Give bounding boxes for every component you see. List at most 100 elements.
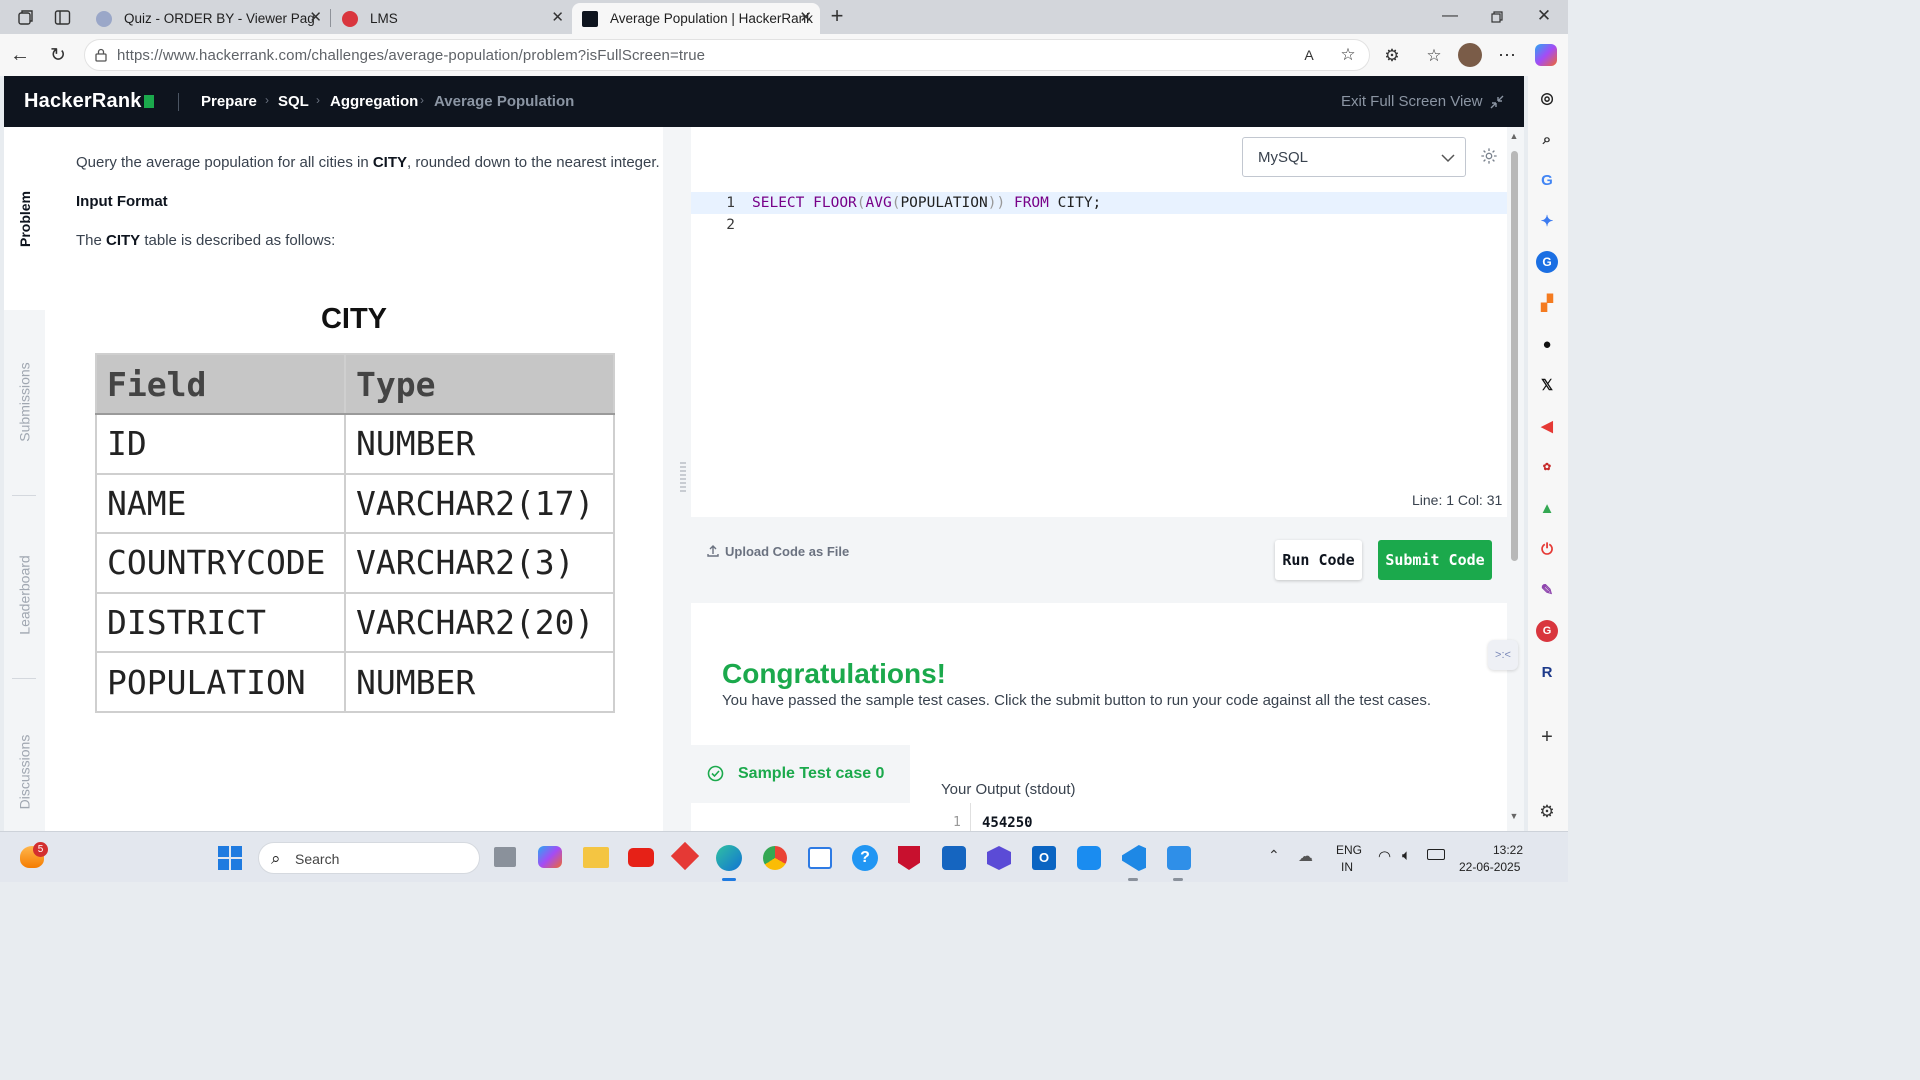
- read-aloud-icon[interactable]: A: [1299, 45, 1319, 65]
- copilot-app-icon[interactable]: [538, 846, 562, 868]
- favorite-star-icon[interactable]: ☆: [1338, 45, 1358, 65]
- language-value: MySQL: [1258, 149, 1309, 166]
- quiz-favicon-icon: [96, 10, 112, 27]
- editor-scrollbar[interactable]: ▲ ▼: [1509, 131, 1519, 825]
- tab-leaderboard[interactable]: Leaderboard: [4, 512, 45, 677]
- mic-app-icon[interactable]: ✿: [1536, 456, 1558, 478]
- wifi-icon[interactable]: ◠: [1378, 847, 1391, 865]
- editor-settings-gear-icon[interactable]: [1479, 146, 1499, 166]
- google-drive-icon[interactable]: ▲: [1536, 497, 1558, 519]
- task-view-icon[interactable]: [494, 847, 516, 867]
- tab-lms[interactable]: LMS ✕: [332, 3, 572, 34]
- profile-avatar-icon[interactable]: [1458, 43, 1482, 67]
- floating-widget-icon[interactable]: >:<: [1488, 640, 1518, 670]
- site-info-icon[interactable]: [93, 47, 109, 63]
- clock-date[interactable]: 22-06-2025: [1459, 860, 1520, 874]
- volume-icon[interactable]: 🔈︎: [1402, 847, 1411, 864]
- more-options-icon[interactable]: ⋯: [1496, 44, 1518, 66]
- output-line-number: 1: [953, 815, 961, 830]
- active-app-indicator: [722, 878, 736, 881]
- clock-time[interactable]: 13:22: [1493, 843, 1523, 857]
- run-code-button[interactable]: Run Code: [1275, 540, 1362, 580]
- tab-submissions[interactable]: Submissions: [4, 327, 45, 477]
- breadcrumb-prepare[interactable]: Prepare: [201, 93, 257, 110]
- mcafee-icon[interactable]: [898, 846, 920, 870]
- battery-icon[interactable]: [1427, 849, 1445, 860]
- hackerrank-logo[interactable]: HackerRank: [24, 90, 154, 113]
- back-icon[interactable]: ←: [9, 44, 31, 66]
- youtube-icon[interactable]: [628, 848, 654, 867]
- google-icon[interactable]: G: [1536, 169, 1558, 191]
- extensions-icon[interactable]: ⚙: [1381, 45, 1403, 67]
- language-select[interactable]: MySQL: [1242, 137, 1466, 177]
- language-indicator-line1[interactable]: ENG: [1336, 843, 1362, 857]
- breadcrumb-chevron-icon: ›: [420, 93, 424, 107]
- chevron-up-icon[interactable]: ⌃: [1268, 847, 1280, 864]
- pane-resize-handle[interactable]: [663, 127, 691, 831]
- favorites-icon[interactable]: ☆: [1423, 45, 1445, 67]
- outlook-new-icon[interactable]: [1077, 846, 1101, 870]
- address-bar[interactable]: https://www.hackerrank.com/challenges/av…: [84, 39, 1370, 71]
- office-tool-icon[interactable]: ▞: [1536, 292, 1558, 314]
- scroll-up-icon[interactable]: ▲: [1509, 131, 1519, 141]
- close-window-icon[interactable]: ✕: [1534, 6, 1554, 26]
- code-editor[interactable]: MySQL 1 SELECT FLOOR(AVG(POPULATION)) FR…: [691, 127, 1507, 517]
- tab-quiz[interactable]: Quiz - ORDER BY - Viewer Page | ✕: [86, 3, 330, 34]
- vscode-icon[interactable]: [1122, 845, 1146, 871]
- type-cell: VARCHAR2(17): [344, 472, 615, 535]
- language-indicator-line2[interactable]: IN: [1341, 860, 1353, 874]
- close-tab-icon[interactable]: ✕: [309, 8, 322, 26]
- add-sidebar-app-icon[interactable]: +: [1536, 726, 1558, 748]
- tab-hackerrank[interactable]: Average Population | HackerRank ✕: [572, 3, 820, 34]
- breadcrumb-sql[interactable]: SQL: [278, 93, 309, 110]
- tab-problem[interactable]: Problem: [4, 127, 45, 310]
- scroll-down-icon[interactable]: ▼: [1509, 811, 1519, 821]
- close-tab-icon[interactable]: ✕: [551, 8, 564, 26]
- tab-discussions[interactable]: Discussions: [4, 697, 45, 831]
- start-windows-icon[interactable]: [218, 846, 242, 870]
- copilot-icon[interactable]: [1535, 44, 1557, 66]
- power-app-icon[interactable]: ⏻: [1536, 538, 1558, 560]
- maps-app-icon[interactable]: [942, 846, 966, 870]
- active-app-indicator: [1128, 878, 1138, 881]
- github-icon[interactable]: ●: [1536, 333, 1558, 355]
- grammarly-icon[interactable]: G: [1536, 251, 1558, 273]
- collapse-fullscreen-icon[interactable]: [1488, 93, 1506, 111]
- help-app-icon[interactable]: ?: [852, 845, 878, 871]
- outlook-icon[interactable]: O: [1032, 846, 1056, 870]
- r-app-icon[interactable]: R: [1536, 661, 1558, 683]
- chrome-icon[interactable]: [763, 846, 787, 870]
- scrollbar-thumb[interactable]: [1511, 151, 1518, 561]
- submit-code-button[interactable]: Submit Code: [1378, 540, 1492, 580]
- lms-sidebar-icon[interactable]: G: [1536, 620, 1558, 642]
- photos-app-icon[interactable]: [1167, 846, 1191, 870]
- onedrive-icon[interactable]: ☁: [1298, 847, 1313, 865]
- close-tab-icon[interactable]: ✕: [799, 8, 812, 26]
- tab-actions-icon[interactable]: [51, 6, 73, 28]
- search-icon[interactable]: ⌕: [1536, 128, 1558, 150]
- edge-browser-icon[interactable]: [716, 845, 742, 871]
- arrow-app-icon[interactable]: ◀: [1536, 415, 1558, 437]
- paint-app-icon[interactable]: ✎: [1536, 579, 1558, 601]
- exit-fullscreen-link[interactable]: Exit Full Screen View: [1341, 93, 1482, 110]
- workspaces-icon[interactable]: [15, 6, 37, 28]
- new-tab-icon[interactable]: +: [826, 3, 848, 28]
- taskbar-search-box[interactable]: ⌕ Search: [258, 842, 480, 874]
- sample-testcase-tab[interactable]: Sample Test case 0: [691, 745, 910, 803]
- chatgpt-icon[interactable]: ◎: [1536, 87, 1558, 109]
- red-app-icon[interactable]: [670, 841, 700, 871]
- tab-label: Leaderboard: [16, 554, 33, 635]
- file-explorer-icon[interactable]: [583, 847, 609, 868]
- gemini-icon[interactable]: ✦: [1536, 210, 1558, 232]
- breadcrumb-aggregation[interactable]: Aggregation: [330, 93, 418, 110]
- minimize-icon[interactable]: —: [1440, 6, 1460, 26]
- purple-app-icon[interactable]: [987, 846, 1011, 870]
- upload-code-button[interactable]: Upload Code as File: [706, 543, 849, 559]
- restore-icon[interactable]: [1487, 7, 1507, 27]
- keyword-token: AVG: [865, 195, 892, 211]
- output-divider: [970, 803, 971, 831]
- microsoft-store-icon[interactable]: [808, 847, 832, 869]
- x-twitter-icon[interactable]: 𝕏: [1536, 374, 1558, 396]
- sidebar-settings-gear-icon[interactable]: ⚙: [1536, 801, 1558, 823]
- refresh-icon[interactable]: ↻: [47, 44, 69, 66]
